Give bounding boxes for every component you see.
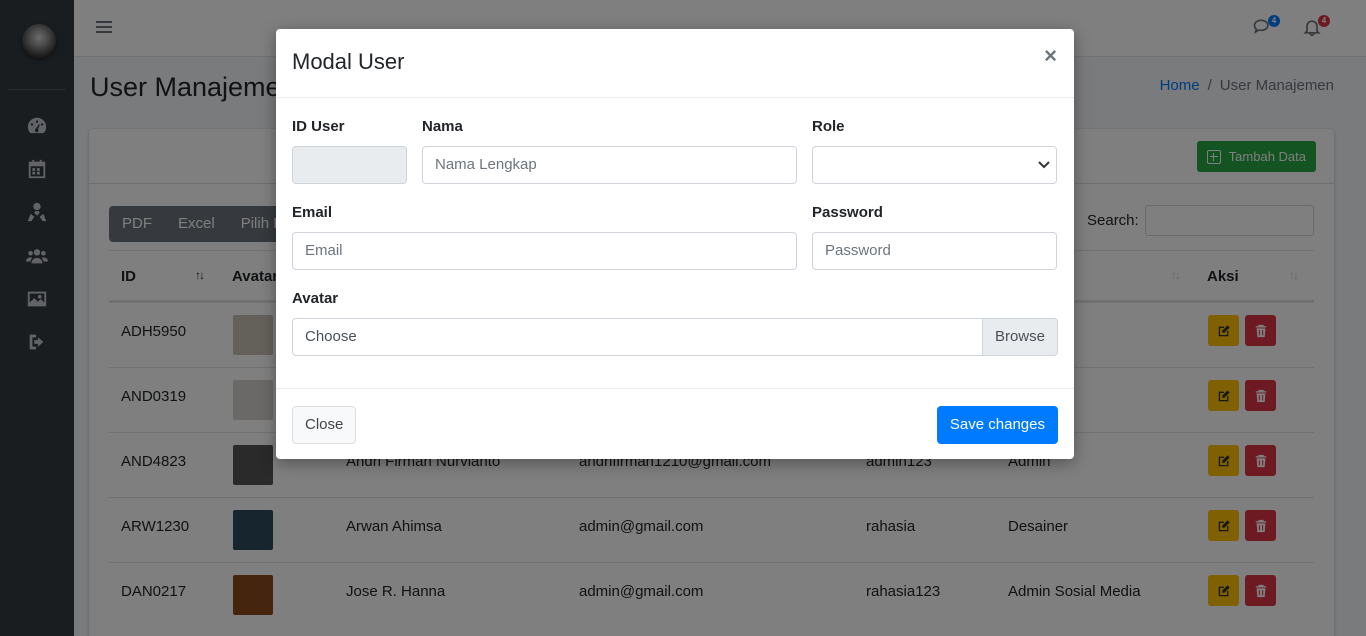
password-label: Password — [812, 204, 883, 221]
email-label: Email — [292, 204, 333, 221]
role-select[interactable] — [812, 146, 1057, 184]
browse-button[interactable]: Browse — [981, 319, 1057, 355]
nama-field[interactable]: Nama Lengkap — [422, 146, 797, 184]
avatar-label: Avatar — [292, 290, 339, 307]
close-button[interactable]: Close — [292, 406, 357, 444]
save-changes-button[interactable]: Save changes — [936, 406, 1058, 444]
email-field[interactable]: Email — [292, 232, 797, 270]
id-user-label: ID User — [292, 118, 345, 135]
user-modal: Modal User × ID User Nama Nama Lengkap R… — [276, 29, 1074, 459]
modal-footer: Close Save changes — [276, 388, 1074, 459]
modal-header: Modal User × — [276, 29, 1074, 98]
file-input-text: Choose — [305, 328, 357, 345]
chevron-down-icon — [1038, 161, 1050, 169]
role-label: Role — [812, 118, 845, 135]
password-field[interactable]: Password — [812, 232, 1057, 270]
avatar-file-input[interactable]: Choose Browse — [292, 318, 1058, 356]
modal-close-icon[interactable]: × — [1044, 45, 1057, 67]
modal-title: Modal User — [292, 49, 405, 74]
nama-label: Nama — [422, 118, 463, 135]
id-user-field[interactable] — [292, 146, 407, 184]
